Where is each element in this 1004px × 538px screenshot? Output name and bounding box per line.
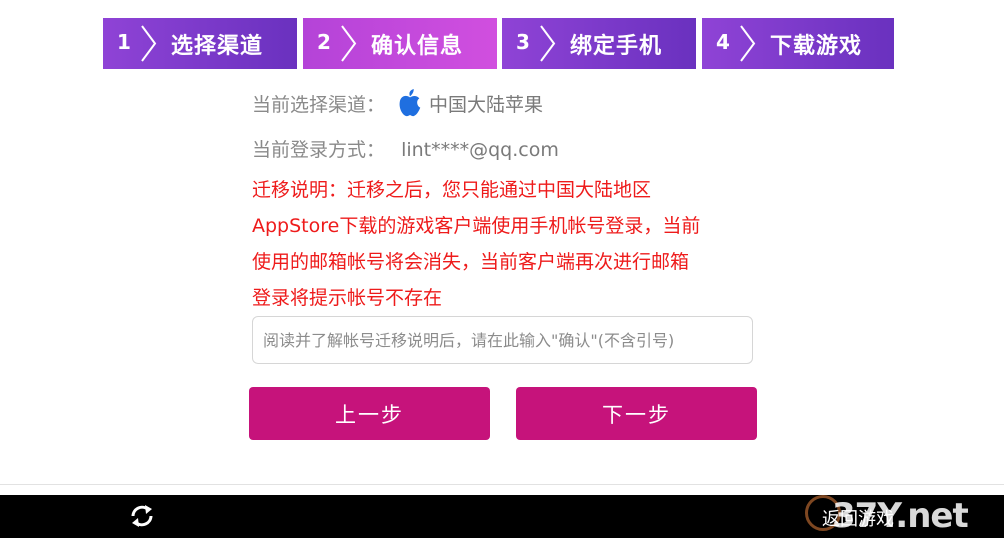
next-step-button[interactable]: 下一步: [516, 387, 757, 440]
login-label: 当前登录方式：: [252, 139, 386, 161]
step-number: 2: [317, 30, 331, 54]
step-label: 绑定手机: [570, 34, 663, 59]
step-label: 确认信息: [371, 34, 464, 59]
step-3: 3 绑定手机: [502, 18, 696, 69]
channel-value: 中国大陆苹果: [429, 94, 544, 116]
notice-line: 使用的邮箱帐号将会消失，当前客户端再次进行邮箱: [252, 251, 690, 273]
back-to-game-link[interactable]: 返回游戏: [822, 505, 894, 531]
step-4: 4 下载游戏: [702, 18, 894, 69]
divider: [0, 484, 1004, 485]
migration-notice: 迁移说明：迁移之后，您只能通过中国大陆地区 AppStore下载的游戏客户端使用…: [252, 172, 747, 316]
step-number: 3: [516, 30, 530, 54]
step-2: 2 确认信息: [303, 18, 497, 69]
bottom-bar: 37Y.net 返回游戏: [0, 495, 1004, 538]
chevron-right-icon: [141, 25, 157, 62]
chevron-right-icon: [740, 25, 756, 62]
refresh-icon[interactable]: [128, 502, 156, 530]
step-label: 选择渠道: [171, 34, 264, 59]
confirm-input[interactable]: [252, 316, 753, 364]
login-value: lint****@qq.com: [401, 139, 559, 161]
channel-row: 当前选择渠道： 中国大陆苹果: [252, 89, 543, 117]
chevron-right-icon: [540, 25, 556, 62]
step-number: 4: [716, 30, 730, 54]
notice-line: 迁移说明：迁移之后，您只能通过中国大陆地区: [252, 179, 652, 201]
notice-line: 登录将提示帐号不存在: [252, 287, 443, 309]
step-label: 下载游戏: [770, 34, 863, 59]
chevron-right-icon: [341, 25, 357, 62]
step-number: 1: [117, 30, 131, 54]
apple-icon: [399, 89, 421, 117]
step-1: 1 选择渠道: [103, 18, 297, 69]
channel-label: 当前选择渠道：: [252, 94, 386, 116]
login-row: 当前登录方式： lint****@qq.com: [252, 135, 559, 162]
notice-line: AppStore下载的游戏客户端使用手机帐号登录，当前: [252, 215, 701, 237]
step-progress-bar: 1 选择渠道 2 确认信息 3 绑定手机 4 下载游戏: [103, 18, 894, 69]
prev-step-button[interactable]: 上一步: [249, 387, 490, 440]
